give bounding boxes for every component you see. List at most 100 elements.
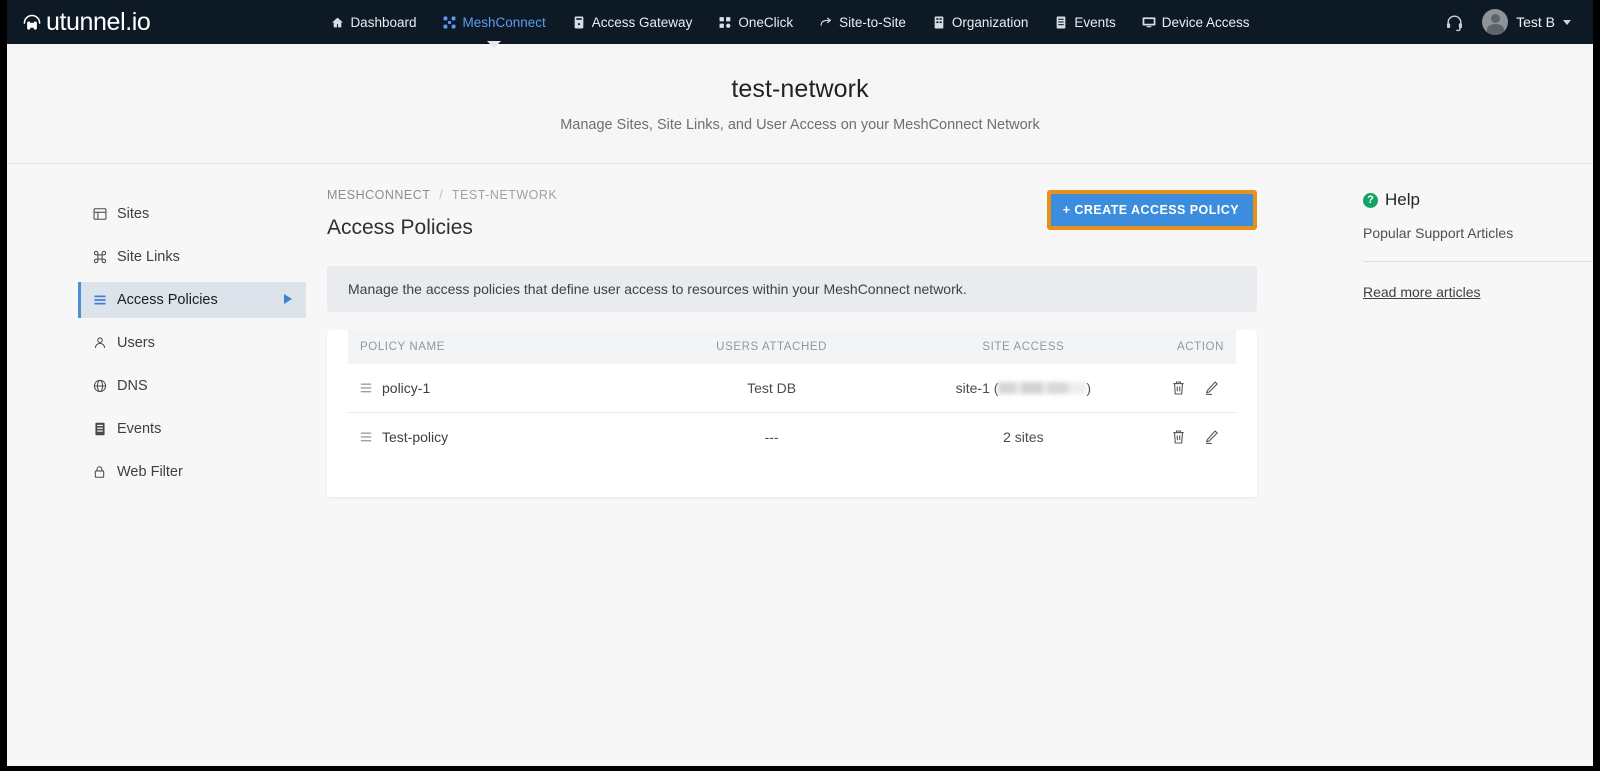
- events-icon: [92, 422, 107, 437]
- left-sidebar: Sites Site Links Access Policies Users D…: [7, 188, 327, 497]
- cell-action: [1147, 413, 1236, 462]
- device-access-icon: [1142, 15, 1156, 29]
- nav-item-organization[interactable]: Organization: [932, 13, 1028, 32]
- nav-label: Site-to-Site: [839, 14, 906, 30]
- mesh-icon: [442, 15, 456, 29]
- site-to-site-icon: [819, 15, 833, 29]
- cell-policy-name: Test-policy: [348, 413, 643, 462]
- network-title: test-network: [731, 74, 869, 103]
- sites-icon: [92, 207, 107, 222]
- nav-item-device-access[interactable]: Device Access: [1142, 13, 1250, 32]
- nav-label: Dashboard: [350, 14, 417, 30]
- sidebar-item-web-filter[interactable]: Web Filter: [78, 454, 306, 490]
- table-row[interactable]: Test-policy --- 2 sites: [348, 413, 1236, 462]
- breadcrumb-root[interactable]: MESHCONNECT: [327, 188, 430, 202]
- home-icon: [330, 15, 344, 29]
- page-title: Access Policies: [327, 216, 473, 239]
- user-menu[interactable]: Test B: [1482, 9, 1571, 35]
- policy-list-icon: [360, 431, 372, 443]
- headset-icon[interactable]: [1445, 13, 1464, 32]
- sidebar-item-users[interactable]: Users: [78, 325, 306, 361]
- sidebar-item-sites[interactable]: Sites: [78, 196, 306, 232]
- oneclick-icon: [718, 15, 732, 29]
- sidebar-item-label: Users: [117, 335, 155, 351]
- cell-site-access: site-1 (): [899, 364, 1147, 413]
- sidebar-item-dns[interactable]: DNS: [78, 368, 306, 404]
- info-banner-text: Manage the access policies that define u…: [348, 281, 967, 297]
- nav-item-site-to-site[interactable]: Site-to-Site: [819, 13, 906, 32]
- help-panel: ? Help Popular Support Articles Read mor…: [1363, 188, 1593, 497]
- nav-label: OneClick: [738, 14, 794, 30]
- cell-policy-name: policy-1: [348, 364, 644, 413]
- table-head: POLICY NAME USERS ATTACHED SITE ACCESS A…: [348, 330, 1236, 364]
- site-links-icon: [92, 250, 107, 265]
- sidebar-item-access-policies[interactable]: Access Policies: [78, 282, 306, 318]
- avatar: [1482, 9, 1509, 35]
- top-navigation-bar: utunnel.io Dashboard MeshConnect Access …: [7, 0, 1593, 48]
- redacted-site-address: [998, 382, 1087, 394]
- sidebar-item-label: DNS: [117, 378, 148, 394]
- primary-nav-items: Dashboard MeshConnect Access Gateway One…: [330, 13, 1250, 48]
- read-more-articles-link[interactable]: Read more articles: [1363, 284, 1481, 300]
- events-icon: [1054, 15, 1068, 29]
- sidebar-item-label: Site Links: [117, 249, 180, 265]
- sidebar-item-events[interactable]: Events: [78, 411, 306, 447]
- main-panel: MESHCONNECT / TEST-NETWORK Access Polici…: [327, 188, 1333, 497]
- cell-users-attached: Test DB: [643, 364, 900, 413]
- breadcrumb: MESHCONNECT / TEST-NETWORK: [327, 188, 557, 202]
- pencil-icon[interactable]: [1204, 380, 1219, 396]
- active-tab-indicator: [487, 40, 502, 48]
- chevron-right-icon: [284, 293, 292, 307]
- brand-logo-area[interactable]: utunnel.io: [7, 8, 151, 37]
- site-access-prefix: site-1 (: [955, 380, 999, 396]
- table-row[interactable]: policy-1 Test DB site-1 (): [348, 364, 1236, 413]
- trash-icon[interactable]: [1171, 380, 1186, 396]
- help-divider: [1363, 261, 1593, 262]
- info-banner: Manage the access policies that define u…: [327, 266, 1257, 312]
- access-policies-icon: [92, 293, 107, 308]
- organization-icon: [932, 15, 946, 29]
- help-title-text: Help: [1385, 190, 1420, 209]
- policy-list-icon: [360, 382, 372, 394]
- nav-label: Access Gateway: [591, 14, 693, 30]
- nav-item-meshconnect[interactable]: MeshConnect: [442, 13, 546, 48]
- sidebar-item-label: Events: [117, 421, 162, 437]
- help-heading: ? Help: [1363, 190, 1593, 210]
- nav-item-access-gateway[interactable]: Access Gateway: [572, 13, 693, 32]
- trash-icon[interactable]: [1171, 429, 1186, 445]
- create-access-policy-annotation: + CREATE ACCESS POLICY: [1046, 190, 1257, 230]
- cell-site-access: 2 sites: [900, 413, 1147, 462]
- main-header: MESHCONNECT / TEST-NETWORK Access Polici…: [327, 188, 1257, 240]
- page-hero: test-network Manage Sites, Site Links, a…: [7, 44, 1593, 164]
- column-header-users-attached: USERS ATTACHED: [643, 330, 900, 364]
- nav-item-oneclick[interactable]: OneClick: [718, 13, 793, 32]
- users-icon: [92, 336, 107, 351]
- network-subtitle: Manage Sites, Site Links, and User Acces…: [560, 116, 1040, 133]
- sidebar-item-label: Access Policies: [117, 292, 218, 308]
- breadcrumb-separator: /: [439, 188, 444, 202]
- cell-users-attached: ---: [764, 429, 779, 445]
- nav-item-dashboard[interactable]: Dashboard: [330, 13, 416, 32]
- site-access-prefix: 2 sites: [1003, 429, 1044, 445]
- create-access-policy-button[interactable]: + CREATE ACCESS POLICY: [1050, 194, 1253, 226]
- utunnel-lock-logo-icon: [19, 9, 45, 35]
- chevron-down-icon: [1563, 19, 1571, 25]
- dns-globe-icon: [92, 379, 107, 394]
- sidebar-item-site-links[interactable]: Site Links: [78, 239, 306, 275]
- table-header-row: POLICY NAME USERS ATTACHED SITE ACCESS A…: [348, 330, 1236, 364]
- nav-label: Events: [1074, 14, 1116, 30]
- breadcrumb-current[interactable]: TEST-NETWORK: [452, 188, 557, 202]
- help-question-icon: ?: [1363, 192, 1378, 208]
- site-access-suffix: ): [1086, 380, 1092, 396]
- policy-name-text: policy-1: [382, 380, 431, 396]
- access-policies-table: POLICY NAME USERS ATTACHED SITE ACCESS A…: [348, 330, 1236, 461]
- user-name: Test B: [1516, 14, 1555, 30]
- column-header-site-access: SITE ACCESS: [899, 330, 1147, 364]
- nav-label: Device Access: [1161, 14, 1250, 30]
- policy-name-text: Test-policy: [382, 429, 449, 445]
- sidebar-item-label: Web Filter: [117, 464, 183, 480]
- pencil-icon[interactable]: [1204, 429, 1219, 445]
- lock-icon: [92, 465, 107, 480]
- nav-item-events[interactable]: Events: [1054, 13, 1116, 32]
- nav-right-area: Test B: [1445, 9, 1593, 35]
